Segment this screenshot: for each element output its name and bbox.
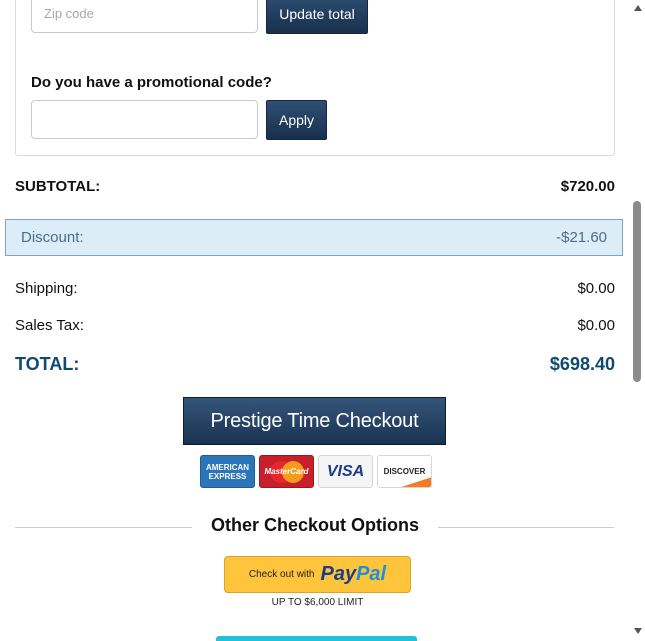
paypal-logo: PayPal — [320, 563, 386, 586]
sales-tax-label: Sales Tax: — [15, 317, 84, 334]
discover-card-text: DISCOVER — [383, 467, 426, 476]
subtotal-value: $720.00 — [560, 178, 615, 195]
visa-card-text: VISA — [326, 462, 365, 480]
next-checkout-option-button[interactable] — [216, 636, 417, 641]
total-label: TOTAL: — [15, 354, 80, 374]
promo-code-label: Do you have a promotional code? — [31, 74, 272, 91]
discount-value: -$21.60 — [556, 229, 607, 246]
prestige-time-checkout-button[interactable]: Prestige Time Checkout — [183, 397, 446, 445]
subtotal-row: SUBTOTAL: $720.00 — [15, 178, 615, 195]
zip-code-input[interactable] — [31, 0, 258, 33]
scrollbar[interactable] — [630, 0, 645, 641]
paypal-limit-text: UP TO $6,000 LIMIT — [271, 597, 364, 608]
sales-tax-value: $0.00 — [577, 317, 615, 334]
total-row: TOTAL: $698.40 — [15, 354, 615, 375]
update-total-button[interactable]: Update total — [266, 0, 368, 34]
promo-code-input[interactable] — [31, 100, 258, 139]
discount-row: Discount: -$21.60 — [5, 219, 623, 256]
shipping-label: Shipping: — [15, 280, 78, 297]
divider-left — [15, 527, 192, 528]
paypal-logo-pay: Pay — [320, 563, 357, 585]
scroll-down-arrow-icon[interactable] — [634, 628, 642, 634]
amex-card-text: AMERICAN EXPRESS — [205, 462, 250, 481]
amex-card-icon: AMERICAN EXPRESS — [200, 455, 255, 488]
shipping-value: $0.00 — [577, 280, 615, 297]
paypal-checkout-button[interactable]: Check out with PayPal — [224, 556, 411, 593]
scrollbar-thumb[interactable] — [633, 201, 641, 382]
divider-right — [438, 527, 614, 528]
subtotal-label: SUBTOTAL: — [15, 178, 101, 195]
paypal-prefix-text: Check out with — [248, 569, 315, 580]
mastercard-card-text: MasterCard — [264, 467, 309, 476]
discount-label: Discount: — [21, 229, 84, 246]
shipping-row: Shipping: $0.00 — [15, 280, 615, 297]
mastercard-card-icon: MasterCard — [259, 455, 314, 488]
sales-tax-row: Sales Tax: $0.00 — [15, 317, 615, 334]
paypal-logo-pal: Pal — [356, 563, 387, 585]
discover-card-icon: DISCOVER — [377, 455, 432, 488]
other-checkout-options-heading: Other Checkout Options — [210, 515, 419, 535]
apply-promo-button[interactable]: Apply — [266, 100, 327, 140]
total-value: $698.40 — [549, 354, 615, 374]
visa-card-icon: VISA — [318, 455, 373, 488]
scroll-up-arrow-icon[interactable] — [634, 5, 642, 11]
cart-summary: Update total Do you have a promotional c… — [0, 0, 630, 641]
accepted-cards: AMERICAN EXPRESS MasterCard VISA DISCOVE… — [200, 455, 432, 488]
